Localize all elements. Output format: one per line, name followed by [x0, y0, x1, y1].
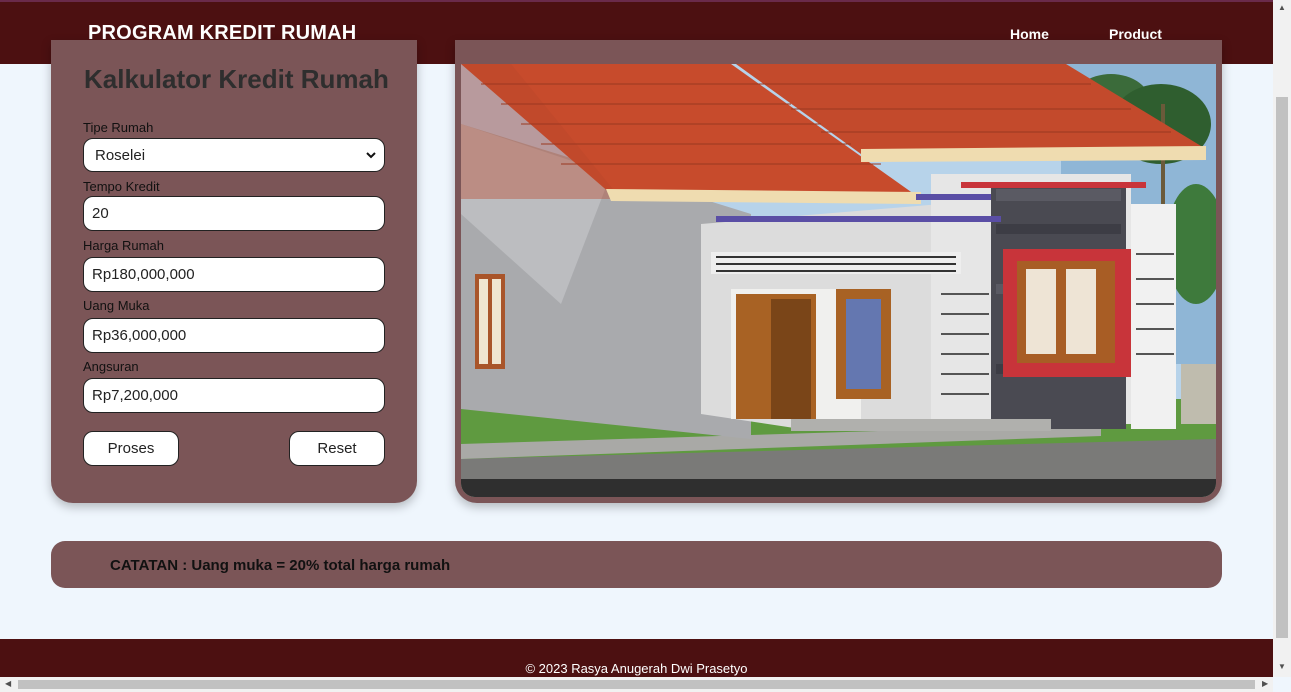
angsuran-label: Angsuran — [83, 359, 139, 374]
image-card — [455, 40, 1222, 503]
uang-muka-label: Uang Muka — [83, 298, 150, 313]
tipe-rumah-select[interactable]: Roselei — [83, 138, 385, 172]
horizontal-scrollbar-thumb[interactable] — [18, 680, 1255, 689]
scroll-right-icon[interactable]: ▶ — [1262, 680, 1268, 688]
tipe-rumah-value: Roselei — [95, 147, 146, 164]
calculator-card: Kalkulator Kredit Rumah Tipe Rumah Rosel… — [51, 40, 417, 503]
house-image — [461, 64, 1216, 497]
scroll-left-icon[interactable]: ◀ — [5, 680, 11, 688]
vertical-scrollbar[interactable]: ▲ ▼ — [1273, 0, 1291, 677]
calculator-title: Kalkulator Kredit Rumah — [84, 64, 389, 94]
house-illustration — [461, 64, 1216, 497]
harga-rumah-input[interactable]: Rp180,000,000 — [83, 257, 385, 292]
uang-muka-input[interactable]: Rp36,000,000 — [83, 318, 385, 353]
note-text: CATATAN : Uang muka = 20% total harga ru… — [110, 557, 451, 574]
chevron-down-icon — [366, 152, 376, 159]
proses-button[interactable]: Proses — [83, 431, 179, 466]
tipe-rumah-label: Tipe Rumah — [83, 120, 154, 135]
tempo-kredit-input[interactable]: 20 — [83, 196, 385, 231]
horizontal-scrollbar[interactable]: ◀ ▶ — [0, 677, 1273, 692]
footer-text: © 2023 Rasya Anugerah Dwi Prasetyo — [525, 661, 748, 676]
reset-button[interactable]: Reset — [289, 431, 385, 466]
vertical-scrollbar-thumb[interactable] — [1276, 97, 1288, 638]
tempo-kredit-label: Tempo Kredit — [83, 179, 160, 194]
note-bar: CATATAN : Uang muka = 20% total harga ru… — [51, 541, 1222, 588]
angsuran-input[interactable]: Rp7,200,000 — [83, 378, 385, 413]
harga-rumah-label: Harga Rumah — [83, 238, 164, 253]
scroll-down-icon[interactable]: ▼ — [1278, 663, 1286, 671]
scroll-up-icon[interactable]: ▲ — [1278, 4, 1286, 12]
footer: © 2023 Rasya Anugerah Dwi Prasetyo — [0, 639, 1273, 677]
